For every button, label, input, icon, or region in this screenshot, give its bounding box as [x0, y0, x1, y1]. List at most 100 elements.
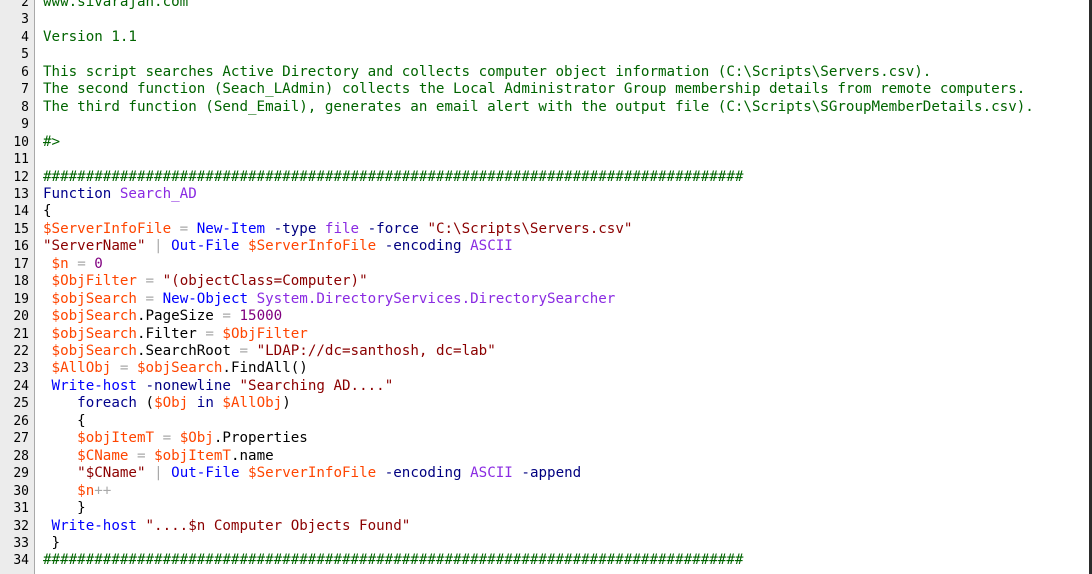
- line-number: 17: [13, 256, 29, 272]
- code-token-comment: The third function (Send_Email), generat…: [43, 98, 1034, 115]
- line-number: 15: [13, 221, 29, 237]
- line-number: 13: [13, 186, 29, 202]
- code-token-sym: .: [136, 325, 146, 342]
- code-line[interactable]: $CName = $objItemT.name: [43, 447, 274, 465]
- code-line[interactable]: $n = 0: [43, 256, 103, 273]
- code-line[interactable]: foreach ($Obj in $AllObj): [43, 395, 291, 412]
- code-token-op: =: [239, 343, 249, 359]
- code-line[interactable]: "ServerName" | Out-File $ServerInfoFile …: [43, 238, 513, 255]
- code-token-var: $objSearch: [51, 290, 137, 307]
- line-number: 31: [13, 501, 29, 517]
- code-token-op: =: [205, 325, 214, 342]
- line-number: 11: [13, 152, 29, 168]
- code-line[interactable]: {: [43, 413, 86, 430]
- code-token-param: -append: [521, 465, 582, 482]
- code-line[interactable]: $objSearch.Filter = $ObjFilter: [43, 326, 308, 343]
- code-line[interactable]: "$CName" | Out-File $ServerInfoFile -enc…: [43, 465, 581, 482]
- code-line[interactable]: www.sivarajan.com: [43, 0, 188, 11]
- line-number: 28: [13, 448, 29, 464]
- line-number: 12: [13, 169, 29, 185]
- code-line[interactable]: Version 1.1: [43, 29, 137, 46]
- code-line[interactable]: The third function (Send_Email), generat…: [43, 99, 1034, 116]
- code-token-type: Search_AD: [119, 185, 197, 202]
- code-token-member: name: [239, 447, 274, 464]
- code-token-var: $CName: [77, 447, 129, 464]
- code-token-op: =: [136, 447, 146, 464]
- code-line[interactable]: {: [43, 203, 52, 220]
- code-line[interactable]: $objSearch.SearchRoot = "LDAP://dc=santh…: [43, 343, 496, 360]
- code-line[interactable]: This script searches Active Directory an…: [43, 64, 931, 81]
- line-number-gutter: 2 3 4 5 6 7 8 9 10 11 12 13 14 15 16 17 18 19 20 21 22 23 24 25…: [0, 0, 35, 574]
- code-line[interactable]: $ObjFilter = "(objectClass=Computer)": [43, 273, 368, 290]
- code-token-comment: Version 1.1: [43, 28, 137, 45]
- code-token-op: =: [162, 430, 172, 447]
- line-number: 21: [13, 326, 29, 342]
- code-token-member: Properties: [222, 430, 308, 447]
- code-line[interactable]: The second function (Seach_LAdmin) colle…: [43, 81, 1025, 98]
- code-token-var: $objSearch: [51, 343, 137, 359]
- code-token-type: ASCII: [470, 465, 513, 482]
- code-token-cmdlet: Out-File: [171, 465, 240, 482]
- code-token-comment: This script searches Active Directory an…: [43, 63, 932, 80]
- code-token-member: FindAll: [230, 360, 291, 377]
- code-line[interactable]: Function Search_AD: [43, 186, 197, 203]
- code-token-str: "ServerName": [43, 238, 146, 255]
- code-token-sym: (): [290, 360, 308, 377]
- code-token-member: Filter: [145, 325, 197, 342]
- code-token-param: -force: [367, 220, 419, 237]
- code-line[interactable]: $objItemT = $Obj.Properties: [43, 430, 308, 447]
- code-token-var: $objSearch: [51, 325, 137, 342]
- code-token-member: PageSize: [145, 308, 214, 325]
- code-token-num: 15000: [239, 308, 283, 325]
- code-line[interactable]: Write-host "....$n Computer Objects Foun…: [43, 518, 411, 535]
- code-editor[interactable]: 2 3 4 5 6 7 8 9 10 11 12 13 14 15 16 17 18 19 20 21 22 23 24 25…: [0, 0, 1092, 574]
- code-token-cmdlet: Write-host: [51, 377, 137, 394]
- line-number: 6: [21, 64, 29, 80]
- line-number: 19: [13, 291, 29, 307]
- code-token-comment: ########################################…: [43, 552, 744, 569]
- code-text-area[interactable]: www.sivarajan.com Version 1.1 This script …: [35, 0, 1089, 574]
- code-line[interactable]: ########################################…: [43, 552, 743, 569]
- code-line[interactable]: $objSearch.PageSize = 15000: [43, 308, 283, 325]
- code-line[interactable]: $n++: [43, 483, 111, 500]
- line-number: 32: [13, 518, 29, 534]
- line-number: 9: [21, 117, 29, 133]
- code-line[interactable]: }: [43, 500, 86, 517]
- code-line[interactable]: Write-host -nonewline "Searching AD....": [43, 377, 394, 395]
- code-token-var: $objItemT: [77, 430, 155, 447]
- code-line[interactable]: ########################################…: [43, 169, 743, 186]
- code-token-sym: (: [145, 395, 155, 412]
- code-line[interactable]: #>: [43, 134, 60, 151]
- code-token-cmdlet: New-Object: [162, 290, 249, 307]
- line-number: 18: [13, 274, 29, 290]
- code-line[interactable]: $ServerInfoFile = New-Item -type file -f…: [43, 221, 632, 238]
- code-line[interactable]: }: [43, 535, 61, 552]
- code-line[interactable]: $objSearch = New-Object System.Directory…: [43, 290, 616, 308]
- code-token-cmdlet: New-Item: [196, 220, 266, 237]
- code-token-param: -type: [273, 220, 317, 237]
- code-line[interactable]: $AllObj = $objSearch.FindAll(): [43, 360, 308, 377]
- line-number: 30: [13, 483, 29, 499]
